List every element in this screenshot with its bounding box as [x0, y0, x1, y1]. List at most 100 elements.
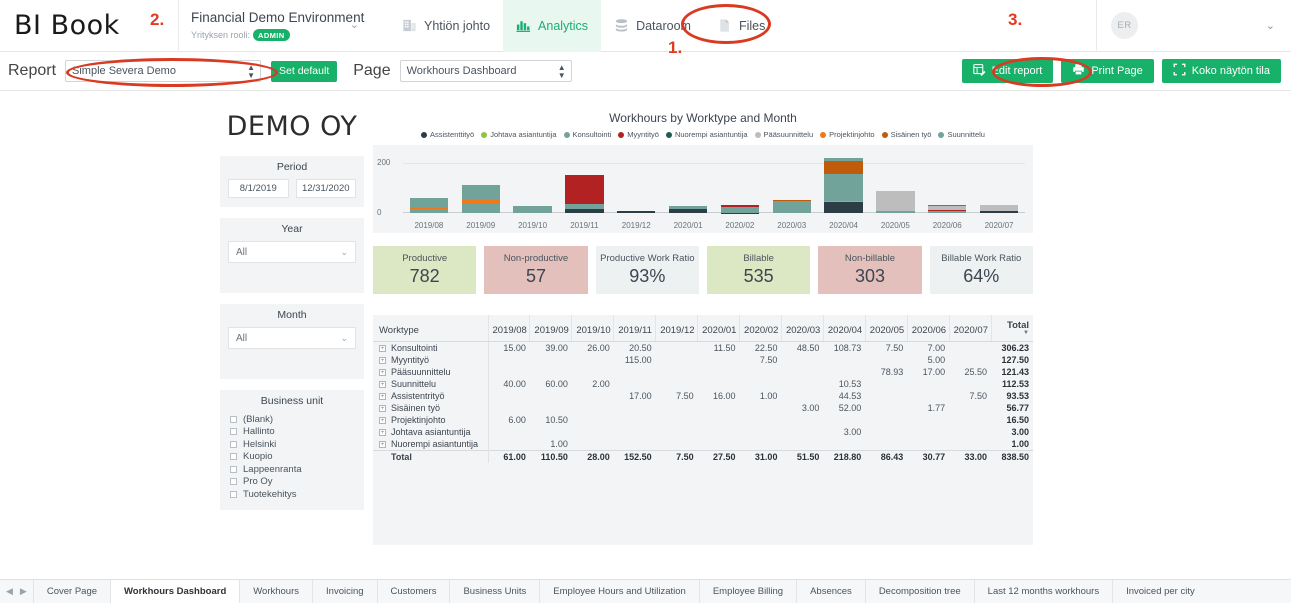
chevron-down-icon[interactable]: ⌄: [1266, 19, 1275, 32]
table-header-month[interactable]: 2019/10: [571, 315, 615, 342]
business-unit-item[interactable]: Lappeenranta: [230, 463, 356, 476]
table-header-month[interactable]: 2020/06: [907, 315, 950, 342]
expand-icon[interactable]: +: [379, 417, 386, 425]
prev-page-icon[interactable]: ◀: [6, 586, 13, 597]
bar-group[interactable]: [921, 153, 973, 213]
page-tab[interactable]: Invoiced per city: [1112, 580, 1208, 603]
checkbox-icon[interactable]: [230, 465, 237, 473]
bar-group[interactable]: [818, 153, 870, 213]
bar-group[interactable]: [610, 153, 662, 213]
table-header-month[interactable]: 2020/07: [949, 315, 992, 342]
legend-item[interactable]: Konsultointi: [563, 130, 611, 139]
kpi-card[interactable]: Non-billable 303: [818, 246, 922, 294]
stacked-bar[interactable]: [409, 153, 449, 213]
nav-item-yhtion-johto[interactable]: Yhtiön johto: [389, 0, 503, 52]
page-tab[interactable]: Last 12 months workhours: [973, 580, 1112, 603]
nav-item-files[interactable]: Files: [704, 0, 778, 52]
legend-item[interactable]: Myyntityö: [618, 130, 659, 139]
table-header-month[interactable]: 2019/11: [613, 315, 657, 342]
stacked-bar[interactable]: [513, 153, 552, 213]
nav-item-analytics[interactable]: Analytics: [503, 0, 602, 52]
page-tab[interactable]: Decomposition tree: [864, 580, 974, 603]
table-header-month[interactable]: 2019/08: [488, 315, 531, 342]
bar-group[interactable]: [766, 153, 818, 213]
table-row[interactable]: + Nuorempi asiantuntija 1.00 1.00: [373, 438, 1033, 451]
bar-group[interactable]: [455, 153, 507, 213]
user-menu[interactable]: ER ⌄: [1096, 0, 1291, 52]
table-row[interactable]: + Suunnittelu 40.00 60.00 2.00 10.53 112.53: [373, 378, 1033, 390]
kpi-card[interactable]: Billable 535: [706, 246, 811, 294]
period-end-input[interactable]: 12/31/2020: [295, 179, 356, 198]
expand-icon[interactable]: +: [379, 405, 386, 413]
checkbox-icon[interactable]: [230, 428, 237, 436]
stacked-bar[interactable]: [668, 153, 708, 213]
legend-item[interactable]: Johtava asiantuntija: [481, 130, 557, 139]
legend-item[interactable]: Sisäinen työ: [881, 130, 931, 139]
expand-icon[interactable]: +: [379, 381, 386, 389]
page-tab[interactable]: Cover Page: [32, 580, 110, 603]
bar-group[interactable]: [507, 153, 559, 213]
page-tab[interactable]: Invoicing: [312, 580, 377, 603]
year-dropdown[interactable]: All ⌄: [228, 241, 356, 263]
stacked-bar[interactable]: [565, 153, 604, 213]
expand-icon[interactable]: +: [379, 369, 386, 377]
table-header-worktype[interactable]: Worktype: [373, 315, 489, 342]
bar-group[interactable]: [714, 153, 766, 213]
expand-icon[interactable]: +: [379, 441, 386, 449]
checkbox-icon[interactable]: [230, 490, 237, 498]
table-row[interactable]: + Pääsuunnittelu 78.93 17.00 25.50 121.43: [373, 366, 1033, 378]
business-unit-item[interactable]: Kuopio: [230, 451, 356, 464]
table-row[interactable]: + Assistentrityö 17.00 7.50 16.00 1.00 44.53 7.…: [373, 390, 1033, 402]
page-tab-nav-arrows[interactable]: ◀ ▶: [0, 580, 33, 603]
set-default-button[interactable]: Set default: [271, 60, 338, 82]
print-page-button[interactable]: Print Page: [1061, 59, 1154, 83]
checkbox-icon[interactable]: [230, 453, 237, 461]
table-row[interactable]: + Johtava asiantuntija 3.00 3.00: [373, 426, 1033, 438]
table-header-month[interactable]: 2020/03: [781, 315, 824, 342]
edit-report-button[interactable]: Edit report: [961, 59, 1054, 83]
page-tab[interactable]: Absences: [796, 580, 865, 603]
stacked-bar[interactable]: [876, 153, 915, 213]
stacked-bar[interactable]: [461, 153, 500, 213]
legend-item[interactable]: Suunnittelu: [938, 130, 985, 139]
bar-group[interactable]: [973, 153, 1025, 213]
bar-group[interactable]: [869, 153, 921, 213]
table-row[interactable]: + Sisäinen työ 3.00 52.00 1.77 56.77: [373, 402, 1033, 414]
kpi-card[interactable]: Billable Work Ratio 64%: [929, 246, 1033, 294]
kpi-card[interactable]: Productive 782: [373, 246, 477, 294]
business-unit-item[interactable]: Hallinto: [230, 426, 356, 439]
legend-item[interactable]: Projektinjohto: [820, 130, 875, 139]
kpi-card[interactable]: Productive Work Ratio 93%: [595, 246, 699, 294]
stacked-bar[interactable]: [720, 153, 760, 213]
page-tab[interactable]: Workhours Dashboard: [110, 580, 240, 603]
legend-item[interactable]: Assistenttityö: [421, 130, 474, 139]
stacked-bar[interactable]: [824, 153, 863, 213]
bar-group[interactable]: [403, 153, 455, 213]
page-tab[interactable]: Business Units: [449, 580, 539, 603]
table-header-month[interactable]: 2020/02: [739, 315, 782, 342]
legend-item[interactable]: Nuorempi asiantuntija: [665, 130, 748, 139]
expand-icon[interactable]: +: [379, 357, 386, 365]
chevron-down-icon[interactable]: ⌄: [350, 18, 359, 31]
business-unit-item[interactable]: (Blank): [230, 413, 356, 426]
business-unit-item[interactable]: Helsinki: [230, 438, 356, 451]
table-header-month[interactable]: 2019/09: [529, 315, 573, 342]
table-row[interactable]: + Konsultointi 15.00 39.00 26.00 20.50 11.50 22…: [373, 341, 1033, 354]
bar-group[interactable]: [662, 153, 714, 213]
bar-group[interactable]: [558, 153, 610, 213]
nav-item-dataroom[interactable]: Dataroom: [601, 0, 704, 52]
next-page-icon[interactable]: ▶: [20, 586, 27, 597]
table-header-total[interactable]: Total ▼: [991, 315, 1033, 342]
page-tab[interactable]: Workhours: [239, 580, 312, 603]
month-dropdown[interactable]: All ⌄: [228, 327, 356, 349]
report-select[interactable]: Simple Severa Demo ▲ ▼: [65, 60, 262, 82]
expand-icon[interactable]: +: [379, 393, 386, 401]
environment-selector[interactable]: Financial Demo Environment Yrityksen roo…: [178, 0, 373, 52]
stacked-bar[interactable]: [928, 153, 967, 213]
table-row[interactable]: + Projektinjohto 6.00 10.50 16.50: [373, 414, 1033, 426]
table-row[interactable]: + Myyntityö 115.00 7.50 5.00 127.50: [373, 354, 1033, 366]
page-select[interactable]: Workhours Dashboard ▲ ▼: [399, 60, 572, 82]
table-header-month[interactable]: 2020/04: [823, 315, 866, 342]
checkbox-icon[interactable]: [230, 478, 237, 486]
table-header-month[interactable]: 2019/12: [655, 315, 699, 342]
